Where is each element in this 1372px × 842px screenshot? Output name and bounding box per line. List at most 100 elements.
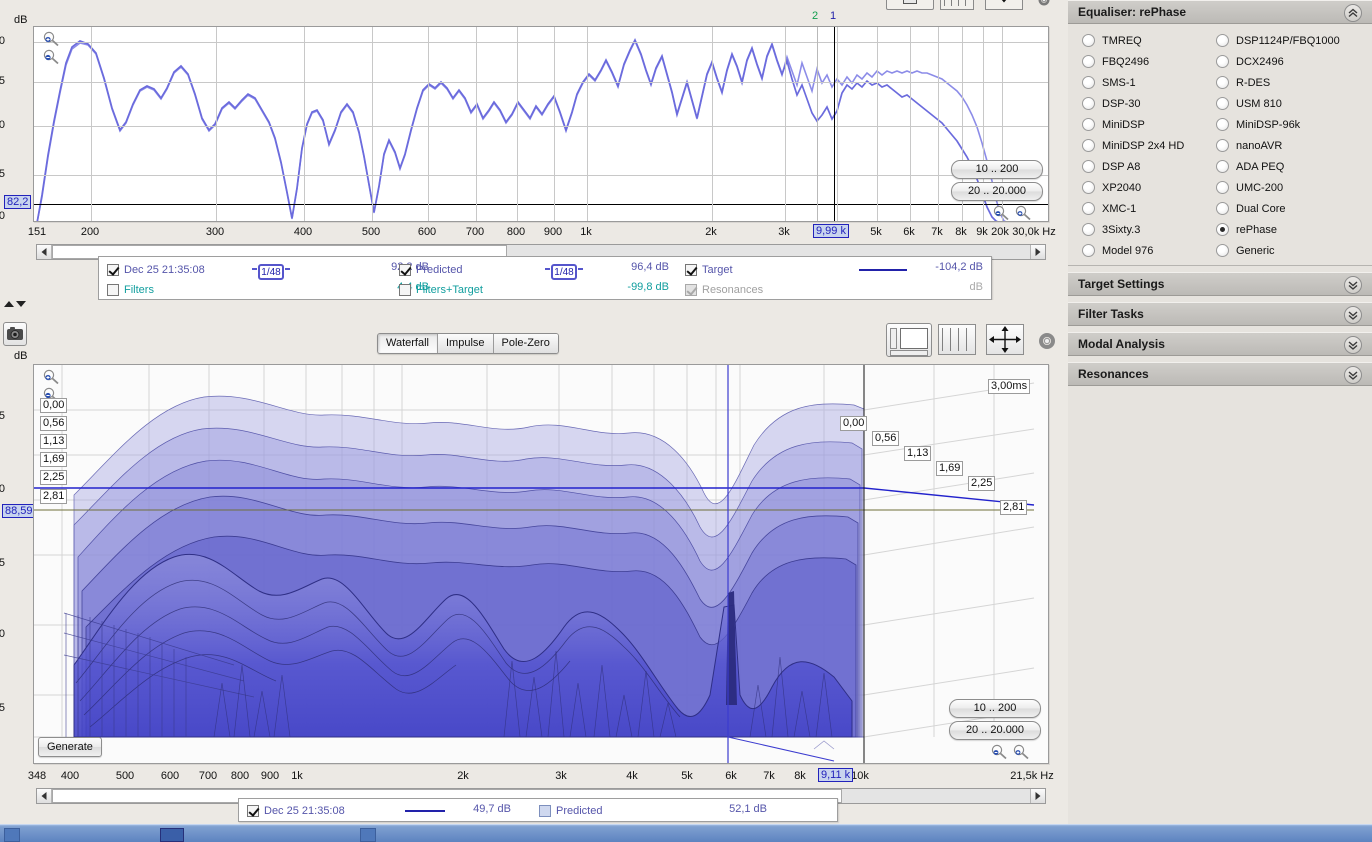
radio-dsp-a8[interactable]	[1082, 160, 1095, 173]
waterfall-plot-area[interactable]: 0,00 0,56 1,13 1,69 2,25 2,81 0,00 0,56 …	[33, 364, 1049, 764]
radio-model-976[interactable]	[1082, 244, 1095, 257]
bottom-legend-item-predicted[interactable]: Predicted	[539, 802, 602, 820]
legend-checkbox-filters-target[interactable]	[399, 284, 411, 296]
scroll-right-button-waterfall[interactable]	[1030, 789, 1045, 803]
smoothing-button-predicted[interactable]: 1/48	[551, 264, 577, 280]
tab-impulse[interactable]: Impulse	[438, 334, 494, 353]
scroll-left-button-waterfall[interactable]	[37, 789, 52, 803]
eq-option-nanoavr[interactable]: nanoAVR	[1216, 139, 1372, 152]
radio-3sixty3[interactable]	[1082, 223, 1095, 236]
target-settings-section-header[interactable]: Target Settings	[1068, 272, 1372, 296]
wf-x-cursor-readout[interactable]: 9,11 k	[818, 768, 854, 782]
radio-tmreq[interactable]	[1082, 34, 1095, 47]
taskbar-item-active[interactable]	[160, 828, 184, 842]
zoom-out-icon-bottom-right-top-chart[interactable]	[992, 205, 1010, 221]
chevron-down-icon-resonances[interactable]	[1344, 366, 1362, 384]
columns-icon[interactable]	[938, 324, 976, 355]
radio-nanoavr[interactable]	[1216, 139, 1229, 152]
cursor-2-line[interactable]	[817, 27, 818, 221]
zoom-out-icon[interactable]	[42, 49, 60, 65]
eq-option-tmreq[interactable]: TMREQ	[1082, 34, 1216, 47]
legend-item-measurement[interactable]: Dec 25 21:35:08	[107, 261, 205, 279]
radio-dcx2496[interactable]	[1216, 55, 1229, 68]
radio-sms-1[interactable]	[1082, 76, 1095, 89]
radio-umc-200[interactable]	[1216, 181, 1229, 194]
eq-option-xp2040[interactable]: XP2040	[1082, 181, 1216, 194]
legend-checkbox-measurement[interactable]	[107, 264, 119, 276]
eq-option-xmc-1[interactable]: XMC-1	[1082, 202, 1216, 215]
chevron-down-icon-target-settings[interactable]	[1344, 276, 1362, 294]
resonances-section-header[interactable]: Resonances	[1068, 362, 1372, 386]
spl-plot-area[interactable]: 10 .. 200 20 .. 20.000	[33, 26, 1049, 222]
radio-dsp-30[interactable]	[1082, 97, 1095, 110]
chevron-up-icon[interactable]	[1344, 4, 1362, 22]
eq-option-minidsp[interactable]: MiniDSP	[1082, 118, 1216, 131]
range-button-10-200-top[interactable]: 10 .. 200	[951, 160, 1043, 179]
radio-usm-810[interactable]	[1216, 97, 1229, 110]
bottom-legend-item-measurement[interactable]: Dec 25 21:35:08	[247, 802, 345, 820]
radio-generic[interactable]	[1216, 244, 1229, 257]
camera-icon[interactable]	[3, 322, 27, 346]
generate-button[interactable]: Generate	[38, 737, 102, 757]
eq-option-minidsp-96k[interactable]: MiniDSP-96k	[1216, 118, 1372, 131]
panel-splitter[interactable]	[0, 300, 1060, 312]
chevron-down-icon-modal-analysis[interactable]	[1344, 336, 1362, 354]
eq-option-minidsp-2x4hd[interactable]: MiniDSP 2x4 HD	[1082, 139, 1216, 152]
top-x-cursor-readout[interactable]: 9,99 k	[813, 224, 849, 238]
eq-option-dsp-a8[interactable]: DSP A8	[1082, 160, 1216, 173]
zoom-in-icon-bottom-right-top-chart[interactable]	[1014, 205, 1032, 221]
filter-tasks-section-header[interactable]: Filter Tasks	[1068, 302, 1372, 326]
eq-option-dsp-30[interactable]: DSP-30	[1082, 97, 1216, 110]
zoom-in-icon-waterfall[interactable]	[42, 369, 60, 385]
legend-item-predicted[interactable]: Predicted	[399, 261, 462, 279]
splitter-down-icon[interactable]	[16, 301, 26, 307]
radio-minidsp-96k[interactable]	[1216, 118, 1229, 131]
zoom-in-icon-wf-bottom[interactable]	[1012, 744, 1030, 760]
taskbar-item-2[interactable]	[360, 828, 376, 842]
splitter-up-icon[interactable]	[4, 301, 14, 307]
gear-icon-top[interactable]	[1036, 0, 1052, 8]
modal-analysis-section-header[interactable]: Modal Analysis	[1068, 332, 1372, 356]
taskbar[interactable]	[0, 824, 1372, 842]
chevron-down-icon-filter-tasks[interactable]	[1344, 306, 1362, 324]
scroll-left-button-top[interactable]	[37, 245, 52, 259]
eq-option-r-des[interactable]: R-DES	[1216, 76, 1372, 89]
legend-checkbox-filters[interactable]	[107, 284, 119, 296]
legend-checkbox-predicted[interactable]	[399, 264, 411, 276]
radio-rephase[interactable]	[1216, 223, 1229, 236]
eq-option-usm-810[interactable]: USM 810	[1216, 97, 1372, 110]
taskbar-item-1[interactable]	[4, 828, 20, 842]
radio-dsp1124p[interactable]	[1216, 34, 1229, 47]
radio-dual-core[interactable]	[1216, 202, 1229, 215]
radio-xmc-1[interactable]	[1082, 202, 1095, 215]
tab-pole-zero[interactable]: Pole-Zero	[493, 334, 558, 353]
waterfall-tab-group[interactable]: Waterfall Impulse Pole-Zero	[377, 333, 559, 354]
bottom-legend-checkbox-measurement[interactable]	[247, 805, 259, 817]
eq-option-ada-peq[interactable]: ADA PEQ	[1216, 160, 1372, 173]
equaliser-section-header[interactable]: Equaliser: rePhase	[1068, 0, 1372, 24]
radio-minidsp[interactable]	[1082, 118, 1095, 131]
eq-option-sms-1[interactable]: SMS-1	[1082, 76, 1216, 89]
radio-ada-peq[interactable]	[1216, 160, 1229, 173]
top-y-cursor-readout[interactable]: 82,2	[4, 195, 32, 209]
radio-xp2040[interactable]	[1082, 181, 1095, 194]
eq-option-generic[interactable]: Generic	[1216, 244, 1372, 257]
cursor-1-line[interactable]	[834, 27, 835, 221]
legend-item-filters[interactable]: Filters	[107, 281, 154, 299]
tab-waterfall[interactable]: Waterfall	[378, 334, 438, 353]
eq-option-umc-200[interactable]: UMC-200	[1216, 181, 1372, 194]
range-button-10-200-waterfall[interactable]: 10 .. 200	[949, 699, 1041, 718]
eq-option-dsp1124p[interactable]: DSP1124P/FBQ1000	[1216, 34, 1372, 47]
scroll-view-icon[interactable]	[886, 323, 932, 357]
smoothing-button-measurement[interactable]: 1/48	[258, 264, 284, 280]
zoom-in-icon[interactable]	[42, 31, 60, 47]
eq-option-model-976[interactable]: Model 976	[1082, 244, 1216, 257]
legend-item-target[interactable]: Target	[685, 261, 733, 279]
eq-option-3sixty3[interactable]: 3Sixty.3	[1082, 223, 1216, 236]
range-button-20-20000-waterfall[interactable]: 20 .. 20.000	[949, 721, 1041, 740]
radio-r-des[interactable]	[1216, 76, 1229, 89]
gear-icon[interactable]	[1036, 330, 1058, 352]
radio-minidsp-2x4hd[interactable]	[1082, 139, 1095, 152]
legend-checkbox-target[interactable]	[685, 264, 697, 276]
zoom-out-icon-wf-bottom[interactable]	[990, 744, 1008, 760]
